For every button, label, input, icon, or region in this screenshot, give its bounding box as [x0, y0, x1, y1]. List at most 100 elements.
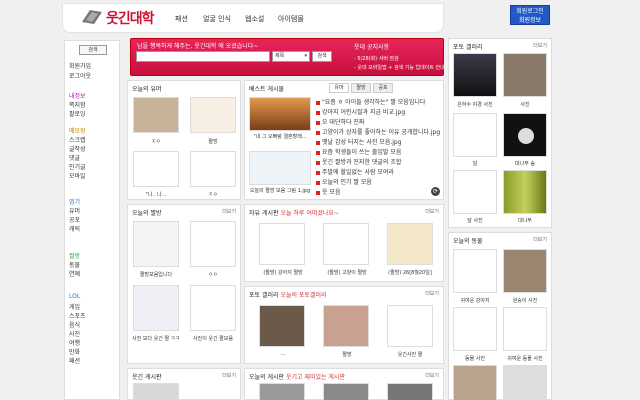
photo-thumb-2[interactable]: [323, 305, 369, 347]
right-caption-5[interactable]: 달 사진: [451, 217, 499, 224]
photo-thumb-3[interactable]: [387, 305, 433, 347]
best-list-item[interactable]: 옛날 감성 터지는 사진 모음.jpg: [316, 137, 402, 146]
right-animal-more[interactable]: 더보기: [533, 236, 547, 243]
right-caption-6[interactable]: 대나무: [501, 217, 549, 224]
nav-face-recognition[interactable]: 얼굴 인식: [203, 14, 231, 24]
sidebar-item-scrap[interactable]: 스크랩: [69, 135, 86, 144]
search-input[interactable]: [136, 51, 270, 62]
today-thumb-2[interactable]: [323, 383, 369, 400]
photo-gallery-more[interactable]: 더보기: [425, 290, 439, 297]
sidebar-item-character[interactable]: 캐릭: [69, 224, 80, 233]
best-list-item[interactable]: "요즘 ㅎ 아이들 생각하는" 짤 모음입니다: [316, 97, 425, 106]
sidebar-item-following[interactable]: 팔로잉: [69, 109, 86, 118]
animal-thumb-3[interactable]: [453, 307, 497, 351]
sidebar-item-humor[interactable]: 유머: [69, 206, 80, 215]
sidebar-item-mobile[interactable]: 모바일: [69, 171, 86, 180]
sidebar-item-horror[interactable]: 공포: [69, 215, 80, 224]
best-list-item[interactable]: 웃긴 짤방과 진지한 댓글의 조합: [316, 157, 401, 166]
tab-humor[interactable]: 유머: [329, 83, 349, 93]
humor-box-title[interactable]: 오늘의 유머: [132, 84, 162, 93]
today-thumb-3[interactable]: [387, 383, 433, 400]
free-thumb-2[interactable]: [323, 223, 369, 265]
sidebar-item-photo[interactable]: 사진: [69, 329, 80, 338]
photo-caption-1[interactable]: ...: [253, 351, 313, 357]
sidebar-item-food[interactable]: 음식: [69, 320, 80, 329]
free-caption-1[interactable]: (짤방) 강아지 짤방: [253, 269, 313, 276]
right-animal-title[interactable]: 오늘의 동물: [453, 236, 483, 245]
notice-title[interactable]: 웃대 공지사항: [354, 42, 389, 51]
free-caption-3[interactable]: (짤방) 26[8월20일]: [379, 269, 441, 276]
animal-thumb-4[interactable]: [503, 307, 547, 351]
right-thumb-2[interactable]: [503, 53, 547, 97]
right-thumb-3[interactable]: [453, 113, 497, 157]
today-board-more[interactable]: 더보기: [425, 372, 439, 379]
humor-caption-1[interactable]: ㅈㅇ: [132, 138, 180, 145]
search-button[interactable]: 검색: [312, 51, 332, 62]
right-gallery-title[interactable]: 포토 갤러리: [453, 42, 483, 51]
funny-thumb-1[interactable]: [133, 383, 179, 400]
right-gallery-more[interactable]: 더보기: [533, 42, 547, 49]
sidebar-item-sports[interactable]: 스포츠: [69, 311, 86, 320]
sidebar-item-fashion[interactable]: 패션: [69, 356, 80, 365]
animal-caption-4[interactable]: 귀여운 동물 사진: [501, 355, 549, 362]
search-type-select[interactable]: 제목 ▾: [272, 51, 310, 62]
right-thumb-5[interactable]: [453, 170, 497, 214]
tab-horror[interactable]: 공포: [373, 83, 393, 93]
jjal-thumb-4[interactable]: [190, 285, 236, 331]
logo-text[interactable]: 웃긴대학: [106, 8, 155, 28]
jjal-caption-3[interactable]: 사진 보다 웃긴 짤 ㅋㅋ: [132, 335, 180, 342]
animal-thumb-2[interactable]: [503, 249, 547, 293]
right-caption-2[interactable]: 사진: [501, 101, 549, 108]
best-list-item[interactable]: 요즘 학생들이 쓰는 줄임말 모음: [316, 147, 401, 156]
notice-item-1[interactable]: - 5/28(화) 서버 점검: [354, 55, 399, 62]
photo-gallery-title[interactable]: 포토 갤러리 오늘의 포토갤러리: [249, 290, 327, 299]
best-list-item[interactable]: 주말에 할일없는 사람 모여라: [316, 167, 394, 176]
right-caption-1[interactable]: 은하수 야경 사진: [451, 101, 499, 108]
sidebar-item-comments[interactable]: 댓글: [69, 153, 80, 162]
sidebar-item-animal[interactable]: 동물: [69, 260, 80, 269]
humor-thumb-1[interactable]: [133, 97, 179, 133]
tab-jjal[interactable]: 짤방: [351, 83, 371, 93]
best-thumb-1[interactable]: [249, 97, 311, 131]
sidebar-item-logout[interactable]: 로그아웃: [69, 71, 91, 80]
sidebar-search-button[interactable]: 검색: [79, 45, 107, 55]
sidebar-item-signup[interactable]: 회원가입: [69, 61, 91, 70]
humor-caption-3[interactable]: "나.. 나...: [132, 191, 180, 198]
animal-thumb-1[interactable]: [453, 249, 497, 293]
right-caption-3[interactable]: 달: [451, 160, 499, 167]
free-caption-2[interactable]: (짤방) 고양이 짤방: [317, 269, 377, 276]
jjal-thumb-3[interactable]: [133, 285, 179, 331]
photo-thumb-1[interactable]: [259, 305, 305, 347]
free-thumb-1[interactable]: [259, 223, 305, 265]
sidebar-item-weird[interactable]: 엽기: [69, 197, 80, 206]
humor-caption-2[interactable]: 짤방: [189, 138, 237, 145]
animal-thumb-5[interactable]: [453, 365, 497, 400]
animal-caption-2[interactable]: 원숭이 사진: [501, 297, 549, 304]
best-list-item[interactable]: 웃 모음: [316, 187, 340, 196]
right-caption-4[interactable]: 대나무 숲: [501, 160, 549, 167]
free-board-title[interactable]: 자유 게시판 오늘 하루 어떠셨나요~: [249, 208, 339, 217]
sidebar-item-lol[interactable]: LOL: [69, 293, 80, 300]
photo-caption-2[interactable]: 짤방: [317, 351, 377, 358]
sidebar-item-popular[interactable]: 인기글: [69, 162, 86, 171]
best-posts-title[interactable]: 베스트 게시물: [249, 84, 284, 93]
sidebar-item-travel[interactable]: 여행: [69, 338, 80, 347]
best-list-item[interactable]: 강아지 어린시절과 지금 비교.jpg: [316, 107, 405, 116]
notice-item-2[interactable]: - 웃대 모바일앱 + 검색 기능 업데이트 안내: [354, 64, 445, 71]
free-thumb-3[interactable]: [387, 223, 433, 265]
refresh-icon[interactable]: ⟳: [431, 187, 440, 196]
best-caption-2[interactable]: 오늘의 짤방 모음 그림 1.jpg: [247, 187, 313, 194]
best-caption-1[interactable]: "내 그 오빠랑 결혼할래...: [247, 133, 313, 140]
right-thumb-4[interactable]: [503, 113, 547, 157]
best-list-item[interactable]: 오늘의 인기 짤 모음: [316, 177, 372, 186]
sidebar-item-write[interactable]: 글작성: [69, 144, 86, 153]
best-list-item[interactable]: 오 대단하다 진짜: [316, 117, 364, 126]
best-thumb-2[interactable]: [249, 151, 311, 185]
humor-thumb-3[interactable]: [133, 151, 179, 187]
funny-board-title[interactable]: 웃긴 게시판: [132, 372, 162, 381]
humor-thumb-4[interactable]: [190, 151, 236, 187]
sidebar-item-comic[interactable]: 만화: [69, 347, 80, 356]
jjal-box-more[interactable]: 더보기: [222, 208, 236, 215]
funny-board-more[interactable]: 더보기: [222, 372, 236, 379]
animal-caption-3[interactable]: 동물 사진: [451, 355, 499, 362]
